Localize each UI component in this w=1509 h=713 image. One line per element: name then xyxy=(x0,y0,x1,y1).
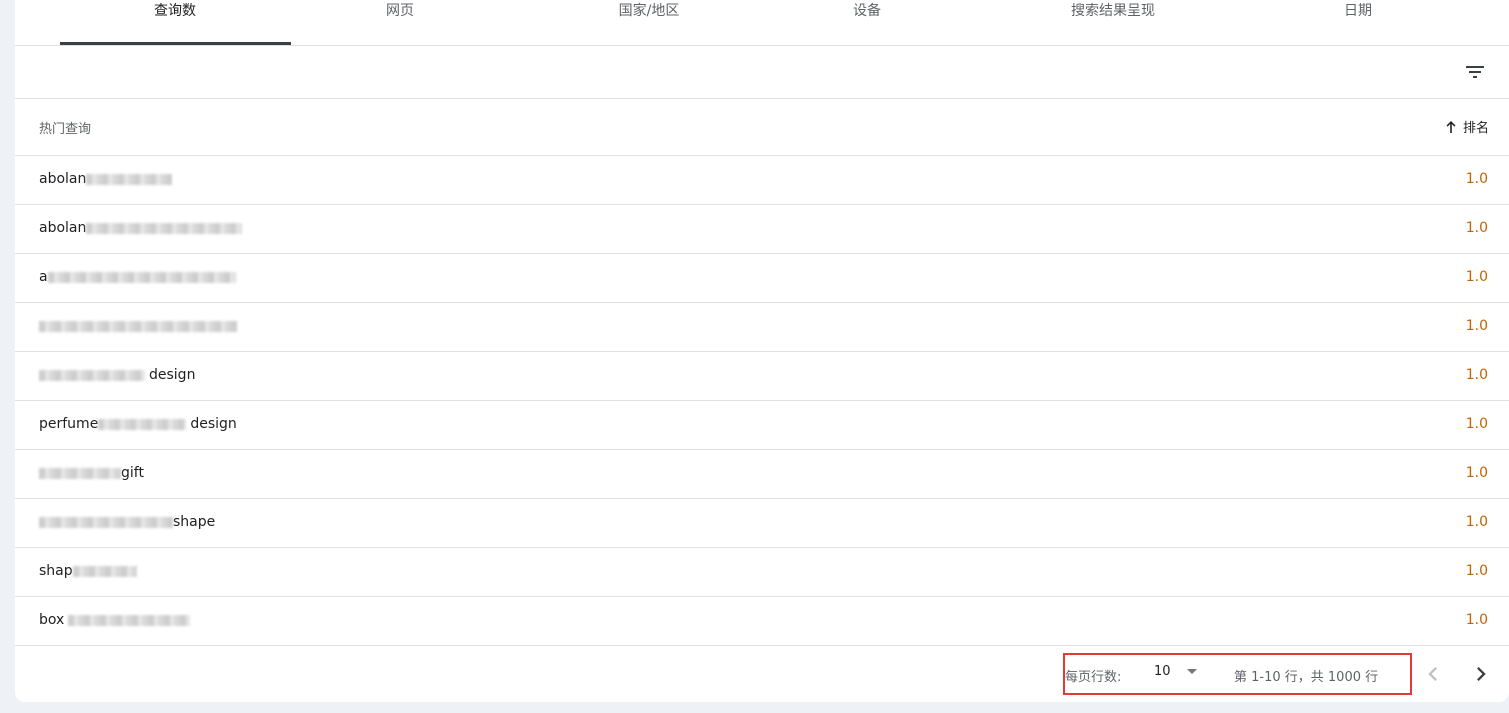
query-cell: shap xyxy=(39,563,137,579)
tab-countries[interactable]: 国家/地区 xyxy=(534,0,764,38)
tab-dates[interactable]: 日期 xyxy=(1243,0,1473,38)
top-queries-header: 热门查询 xyxy=(39,122,92,137)
rank-cell: 1.0 xyxy=(1465,563,1488,579)
previous-page-button[interactable] xyxy=(1419,660,1447,688)
rank-sort-header[interactable]: 排名 xyxy=(1443,117,1489,136)
query-cell: shape xyxy=(39,514,215,530)
query-cell: design xyxy=(39,367,195,383)
table-row[interactable]: design 1.0 xyxy=(15,352,1509,401)
table-header: 热门查询 排名 xyxy=(15,99,1509,156)
filter-icon[interactable] xyxy=(1463,60,1487,84)
rank-cell: 1.0 xyxy=(1465,318,1488,334)
query-rows: abolan 1.0 abolan 1.0 a 1.0 1.0 design 1… xyxy=(15,156,1509,646)
rank-cell: 1.0 xyxy=(1465,269,1488,285)
tab-devices[interactable]: 设备 xyxy=(752,0,982,38)
query-cell: abolan xyxy=(39,220,243,236)
table-row[interactable]: abolan 1.0 xyxy=(15,156,1509,205)
tab-queries[interactable]: 查询数 xyxy=(60,0,290,38)
table-row[interactable]: 1.0 xyxy=(15,303,1509,352)
queries-card: 查询数 网页 国家/地区 设备 搜索结果呈现 日期 热门查询 排名 abolan… xyxy=(15,0,1509,702)
table-row[interactable]: abolan 1.0 xyxy=(15,205,1509,254)
rank-cell: 1.0 xyxy=(1465,220,1488,236)
rank-header-label: 排名 xyxy=(1462,121,1489,136)
rank-cell: 1.0 xyxy=(1465,465,1488,481)
table-row[interactable]: box 1.0 xyxy=(15,597,1509,646)
query-cell xyxy=(39,318,237,334)
active-tab-indicator xyxy=(60,42,291,45)
table-footer: 每页行数: 10 第 1-10 行，共 1000 行 xyxy=(15,646,1509,702)
caret-down-icon xyxy=(1186,669,1197,674)
table-toolbar xyxy=(15,46,1509,99)
rank-cell: 1.0 xyxy=(1465,416,1488,432)
table-row[interactable]: perfume design 1.0 xyxy=(15,401,1509,450)
query-cell: gift xyxy=(39,465,144,481)
table-row[interactable]: shape 1.0 xyxy=(15,499,1509,548)
rows-per-page-value: 10 xyxy=(1154,664,1171,679)
pagination-range: 第 1-10 行，共 1000 行 xyxy=(1234,670,1379,685)
table-row[interactable]: shap 1.0 xyxy=(15,548,1509,597)
query-cell: a xyxy=(39,269,236,285)
query-cell: perfume design xyxy=(39,416,237,432)
tab-search-appearance[interactable]: 搜索结果呈现 xyxy=(998,0,1228,38)
rank-cell: 1.0 xyxy=(1465,514,1488,530)
arrow-up-icon xyxy=(1446,120,1456,133)
rank-cell: 1.0 xyxy=(1465,612,1488,628)
dimension-tabs: 查询数 网页 国家/地区 设备 搜索结果呈现 日期 xyxy=(15,0,1509,46)
rows-per-page-label: 每页行数: xyxy=(1065,670,1122,685)
rows-per-page-select[interactable]: 10 xyxy=(1154,664,1197,679)
rank-cell: 1.0 xyxy=(1465,171,1488,187)
table-row[interactable]: a 1.0 xyxy=(15,254,1509,303)
table-row[interactable]: gift 1.0 xyxy=(15,450,1509,499)
next-page-button[interactable] xyxy=(1467,660,1495,688)
tab-pages[interactable]: 网页 xyxy=(285,0,515,38)
query-cell: box xyxy=(39,612,191,628)
rank-cell: 1.0 xyxy=(1465,367,1488,383)
query-cell: abolan xyxy=(39,171,173,187)
